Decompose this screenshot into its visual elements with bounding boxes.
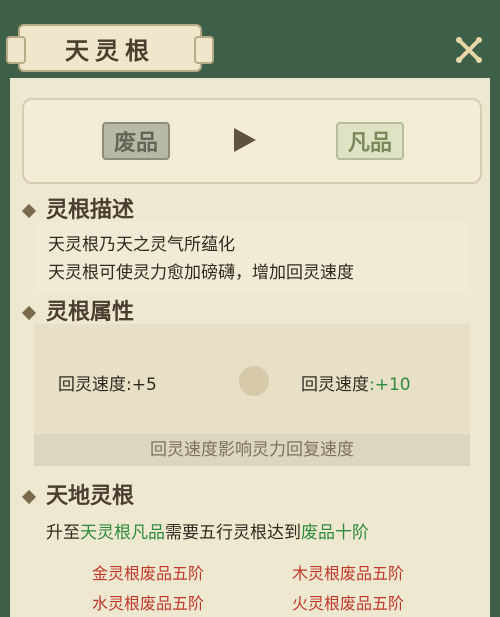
attribute-value: :+10 bbox=[369, 375, 411, 395]
requirement-item: 金灵根废品五阶 bbox=[92, 564, 205, 583]
requirement-prefix: 升至 bbox=[46, 523, 80, 543]
close-icon[interactable] bbox=[453, 34, 485, 66]
attribute-note: 回灵速度影响灵力回复速度 bbox=[34, 434, 470, 466]
title-plate-right-tab bbox=[194, 36, 214, 64]
diamond-icon bbox=[21, 305, 37, 321]
requirement-line: 升至天灵根凡品需要五行灵根达到废品十阶 bbox=[46, 518, 369, 543]
attribute-label: 回灵速度 bbox=[301, 375, 369, 395]
description-line-2: 天灵根可使灵力愈加磅礴，增加回灵速度 bbox=[48, 263, 354, 283]
section-title-attributes: 灵根属性 bbox=[21, 294, 135, 326]
title-plate: 天灵根 bbox=[6, 24, 214, 72]
attribute-current: 回灵速度:+5 bbox=[58, 370, 157, 395]
attribute-transition-icon bbox=[239, 366, 269, 396]
page-title: 天灵根 bbox=[65, 35, 155, 65]
requirement-target: 天灵根凡品 bbox=[80, 523, 165, 543]
grade-to: 凡品 bbox=[336, 122, 404, 160]
attribute-value: :+5 bbox=[126, 375, 157, 395]
section-label: 天地灵根 bbox=[46, 483, 135, 509]
section-label: 灵根属性 bbox=[46, 299, 135, 325]
grade-transition: 废品 凡品 bbox=[22, 98, 482, 184]
description-line-1: 天灵根乃天之灵气所蕴化 bbox=[48, 235, 235, 255]
requirement-item: 火灵根废品五阶 bbox=[292, 594, 405, 613]
requirement-middle: 需要五行灵根达到 bbox=[165, 523, 301, 543]
requirement-item: 水灵根废品五阶 bbox=[92, 594, 205, 613]
section-title-tiandi: 天地灵根 bbox=[21, 478, 135, 510]
section-label: 灵根描述 bbox=[46, 197, 135, 223]
arrow-right-icon bbox=[234, 128, 256, 152]
requirement-item: 木灵根废品五阶 bbox=[292, 564, 405, 583]
tiandi-box: 升至天灵根凡品需要五行灵根达到废品十阶 金灵根废品五阶 木灵根废品五阶 水灵根废… bbox=[34, 510, 470, 617]
attributes-box: 回灵速度:+5 回灵速度:+10 回灵速度影响灵力回复速度 bbox=[34, 324, 470, 466]
diamond-icon bbox=[21, 203, 37, 219]
requirement-level: 废品十阶 bbox=[301, 523, 369, 543]
attribute-label: 回灵速度 bbox=[58, 375, 126, 395]
description-box: 天灵根乃天之灵气所蕴化 天灵根可使灵力愈加磅礴，增加回灵速度 bbox=[34, 222, 470, 294]
section-title-description: 灵根描述 bbox=[21, 192, 135, 224]
attribute-next: 回灵速度:+10 bbox=[301, 370, 411, 395]
grade-from: 废品 bbox=[102, 122, 170, 160]
title-plate-left-tab bbox=[6, 36, 26, 64]
diamond-icon bbox=[21, 489, 37, 505]
